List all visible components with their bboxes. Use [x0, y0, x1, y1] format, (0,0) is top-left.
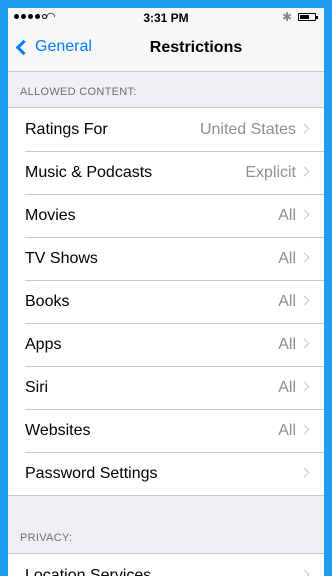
status-bar: ◠ 3:31 PM ✱	[8, 8, 324, 28]
row-siri[interactable]: Siri All	[8, 366, 324, 409]
row-apps[interactable]: Apps All	[8, 323, 324, 366]
row-value: All	[278, 378, 296, 396]
row-label: Apps	[25, 335, 62, 353]
chevron-right-icon	[299, 424, 310, 435]
row-password-settings[interactable]: Password Settings	[8, 452, 324, 495]
row-value: All	[278, 206, 296, 224]
chevron-right-icon	[299, 569, 310, 576]
row-ratings-for[interactable]: Ratings For United States	[8, 108, 324, 151]
privacy-list: Location Services	[8, 553, 324, 576]
page-title: Restrictions	[149, 39, 243, 56]
row-label: Books	[25, 292, 70, 310]
row-value: Explicit	[245, 163, 296, 181]
navigation-bar: General Restrictions	[8, 28, 324, 72]
row-label: Siri	[25, 378, 49, 396]
row-label: Music & Podcasts	[25, 163, 153, 181]
row-value: All	[278, 335, 296, 353]
chevron-right-icon	[299, 166, 310, 177]
phone-screen: ◠ 3:31 PM ✱ General Restrictions ALLOWED…	[8, 8, 324, 576]
row-movies[interactable]: Movies All	[8, 194, 324, 237]
row-value: All	[278, 421, 296, 439]
row-location-services[interactable]: Location Services	[8, 554, 324, 576]
chevron-right-icon	[299, 338, 310, 349]
chevron-right-icon	[299, 467, 310, 478]
chevron-right-icon	[299, 123, 310, 134]
row-label: Movies	[25, 206, 76, 224]
row-music-podcasts[interactable]: Music & Podcasts Explicit	[8, 151, 324, 194]
row-books[interactable]: Books All	[8, 280, 324, 323]
chevron-right-icon	[299, 295, 310, 306]
chevron-right-icon	[299, 209, 310, 220]
row-label: Ratings For	[25, 120, 108, 138]
row-label: Password Settings	[25, 464, 158, 482]
row-label: TV Shows	[25, 249, 98, 267]
battery-icon	[298, 13, 318, 21]
row-label: Websites	[25, 421, 91, 439]
bluetooth-icon: ✱	[281, 10, 292, 24]
row-tv-shows[interactable]: TV Shows All	[8, 237, 324, 280]
status-time: 3:31 PM	[143, 11, 189, 25]
allowed-content-list: Ratings For United States Music & Podcas…	[8, 107, 324, 496]
row-value: All	[278, 292, 296, 310]
row-websites[interactable]: Websites All	[8, 409, 324, 452]
section-header-allowed-content: ALLOWED CONTENT:	[20, 86, 137, 98]
chevron-right-icon	[299, 252, 310, 263]
row-value: All	[278, 249, 296, 267]
chevron-right-icon	[299, 381, 310, 392]
row-value: United States	[199, 120, 296, 138]
row-label: Location Services	[25, 566, 152, 576]
section-header-privacy: PRIVACY:	[20, 532, 73, 544]
